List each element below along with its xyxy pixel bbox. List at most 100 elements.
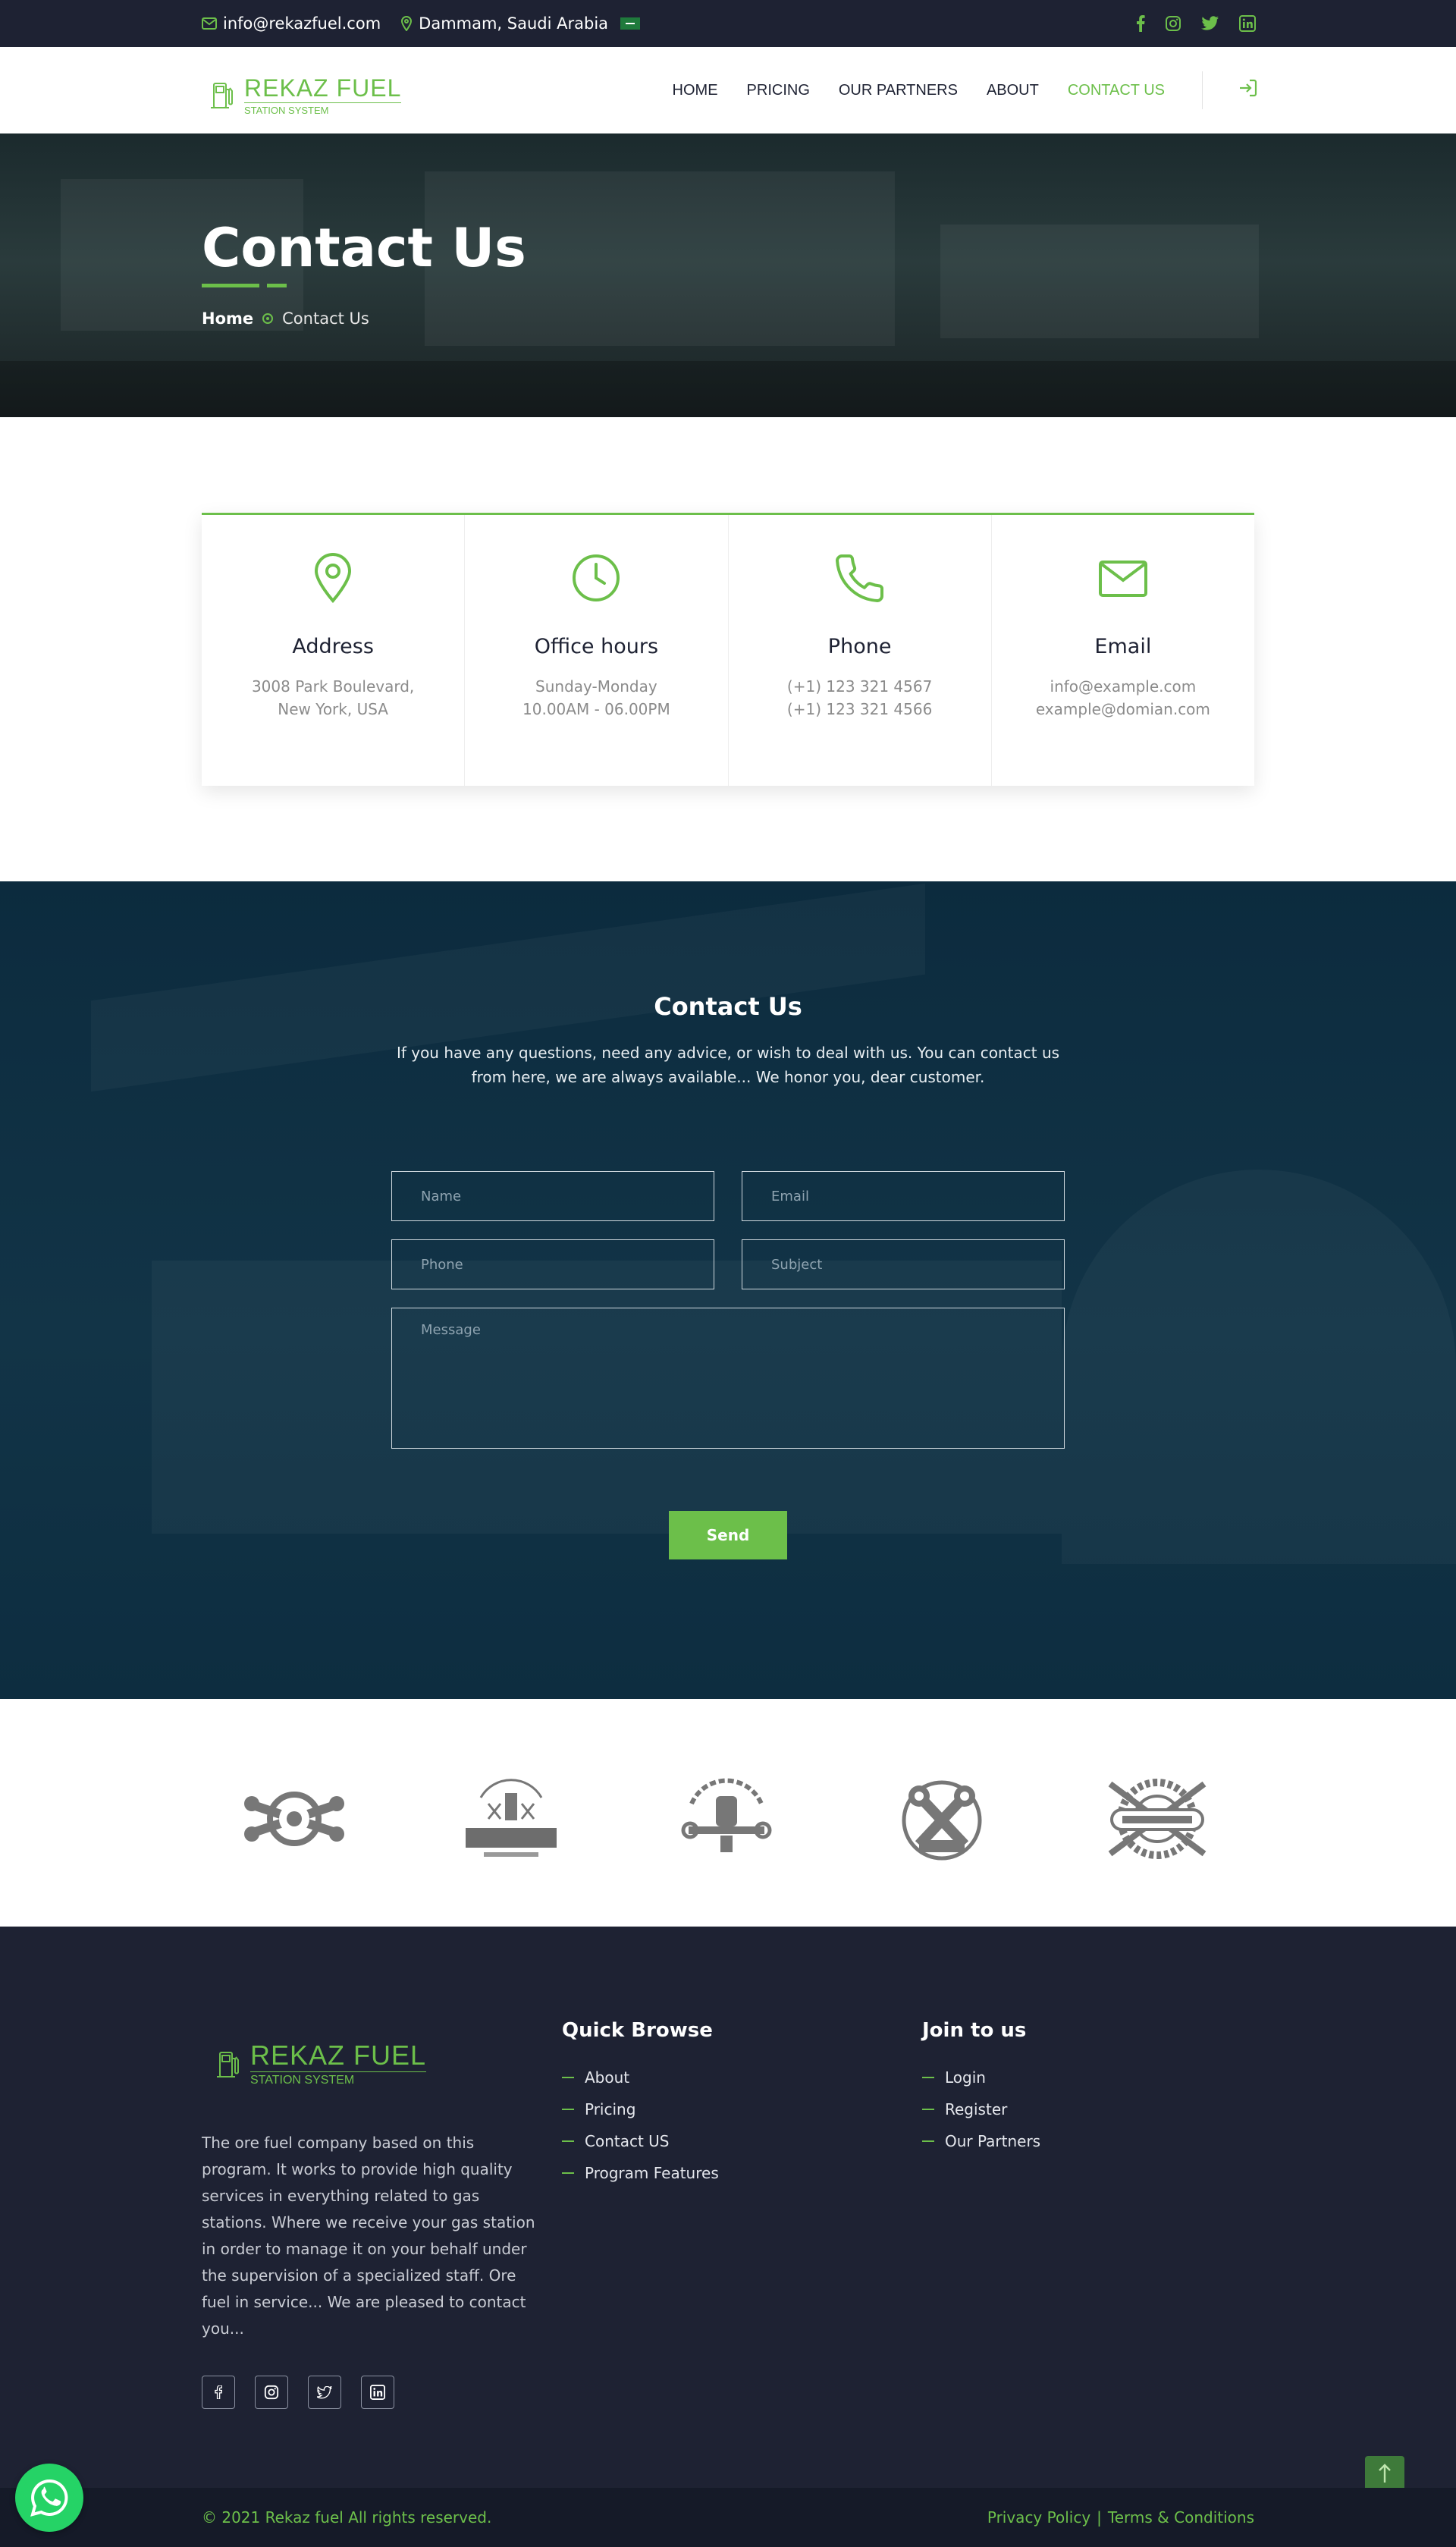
title-underline: [202, 284, 259, 287]
footer-link-label: Program Features: [585, 2164, 719, 2182]
info-card-title: Address: [292, 635, 374, 658]
phone-field[interactable]: [391, 1239, 714, 1289]
top-location-text: Dammam, Saudi Arabia: [419, 14, 609, 33]
footer-link-our-partners[interactable]: Our Partners: [922, 2125, 1040, 2157]
page-hero: Contact Us Home Contact Us: [0, 133, 1456, 417]
hero-background-shape: [940, 225, 1259, 338]
clock-icon: [571, 551, 621, 605]
whatsapp-button[interactable]: [15, 2464, 83, 2532]
arrow-up-icon: [1378, 2463, 1392, 2484]
fuel-pump-logo-icon: [214, 2046, 244, 2083]
sign-in-icon[interactable]: [1238, 77, 1259, 99]
logo[interactable]: REKAZ FUEL STATION SYSTEM: [208, 74, 402, 115]
footer-link-label: Contact US: [585, 2132, 670, 2150]
footer-link-login[interactable]: Login: [922, 2062, 1040, 2093]
brand-name: REKAZ FUEL: [250, 2040, 427, 2071]
scroll-to-top-button[interactable]: [1365, 2456, 1404, 2491]
breadcrumb-separator-icon: [262, 313, 274, 324]
envelope-icon: [1098, 551, 1148, 605]
contact-form-heading: Contact Us: [654, 992, 802, 1021]
info-card-title: Office hours: [534, 635, 659, 658]
subject-field[interactable]: [742, 1239, 1065, 1289]
info-card-line[interactable]: (+1) 123 321 4566: [729, 698, 991, 721]
terms-conditions-link[interactable]: Terms & Conditions: [1108, 2508, 1254, 2527]
top-email[interactable]: info@rekazfuel.com: [202, 14, 381, 33]
muscle-garage-logo[interactable]: [889, 1773, 995, 1864]
info-card-office-hours: Office hours Sunday-Monday 10.00AM - 06.…: [465, 515, 729, 786]
auto-service-mechanic-repair-logo[interactable]: [458, 1773, 564, 1864]
info-card-line: 3008 Park Boulevard,: [251, 677, 415, 696]
top-email-text: info@rekazfuel.com: [223, 14, 381, 33]
message-field[interactable]: [391, 1308, 1065, 1449]
contact-form-description: If you have any questions, need any advi…: [396, 1044, 1060, 1086]
mechanic-services-logo[interactable]: [241, 1773, 347, 1864]
footer-link-about[interactable]: About: [562, 2062, 719, 2093]
nav-item-pricing[interactable]: PRICING: [747, 82, 810, 99]
page-title: Contact Us: [202, 217, 526, 279]
name-field[interactable]: [391, 1171, 714, 1221]
instagram-icon[interactable]: [1165, 15, 1181, 32]
footer-link-separator: |: [1097, 2508, 1102, 2527]
contact-form-section: Contact Us If you have any questions, ne…: [0, 881, 1456, 1699]
info-card-line[interactable]: info@example.com: [992, 675, 1254, 698]
nav-item-home[interactable]: HOME: [673, 82, 718, 99]
facebook-icon[interactable]: [202, 2376, 235, 2409]
footer-link-label: Pricing: [585, 2100, 636, 2118]
dash-icon: [922, 2109, 934, 2110]
nav-divider: [1202, 71, 1203, 109]
nav-item-contact-us[interactable]: CONTACT US: [1068, 82, 1165, 99]
hero-background-shape: [0, 361, 1456, 417]
info-card-line[interactable]: example@domian.com: [992, 698, 1254, 721]
top-location: Dammam, Saudi Arabia: [400, 14, 641, 33]
breadcrumb-home[interactable]: Home: [202, 309, 253, 328]
footer-link-pricing[interactable]: Pricing: [562, 2093, 719, 2125]
contact-info-cards: Address 3008 Park Boulevard, New York, U…: [202, 513, 1254, 786]
footer-column-heading: Join to us: [922, 2019, 1027, 2042]
send-button[interactable]: Send: [669, 1511, 787, 1559]
footer-link-program-features[interactable]: Program Features: [562, 2157, 719, 2189]
facebook-icon[interactable]: [1136, 15, 1145, 32]
info-card-line: New York, USA: [278, 700, 388, 718]
twitter-icon[interactable]: [1201, 16, 1219, 31]
footer-about-text: The ore fuel company based on this progr…: [202, 2134, 535, 2338]
footer-quick-browse: Quick Browse About Pricing Contact US Pr…: [562, 2019, 719, 2189]
info-card-address: Address 3008 Park Boulevard, New York, U…: [202, 515, 466, 786]
fuel-pump-logo-icon: [208, 77, 238, 114]
nav-item-about[interactable]: ABOUT: [987, 82, 1039, 99]
footer-link-label: About: [585, 2068, 630, 2087]
info-card-email: Email info@example.com example@domian.co…: [992, 515, 1254, 786]
auto-service-logo[interactable]: [673, 1773, 780, 1864]
footer-link-register[interactable]: Register: [922, 2093, 1040, 2125]
footer-link-contact-us[interactable]: Contact US: [562, 2125, 719, 2157]
breadcrumb-current: Contact Us: [282, 309, 369, 328]
footer-link-label: Login: [945, 2068, 986, 2087]
map-pin-icon: [313, 551, 353, 605]
footer-bottom-bar: © 2021 Rekaz fuel All rights reserved. P…: [0, 2488, 1456, 2547]
info-card-title: Phone: [827, 635, 892, 658]
nav-item-our-partners[interactable]: OUR PARTNERS: [839, 82, 958, 99]
linkedin-icon[interactable]: [1239, 15, 1256, 32]
linkedin-icon[interactable]: [361, 2376, 394, 2409]
info-card-line[interactable]: (+1) 123 321 4567: [729, 675, 991, 698]
brand-name: REKAZ FUEL: [244, 74, 402, 102]
footer-social-links: [202, 2376, 394, 2409]
twitter-icon[interactable]: [308, 2376, 341, 2409]
instagram-icon[interactable]: [255, 2376, 288, 2409]
footer-column-heading: Quick Browse: [562, 2019, 713, 2042]
main-navbar: REKAZ FUEL STATION SYSTEM HOME PRICING O…: [0, 47, 1456, 133]
footer-logo[interactable]: REKAZ FUEL STATION SYSTEM: [214, 2040, 427, 2087]
email-field[interactable]: [742, 1171, 1065, 1221]
phone-icon: [835, 551, 885, 605]
tire-service-logo[interactable]: [1104, 1773, 1210, 1864]
info-card-line: 10.00AM - 06.00PM: [522, 700, 670, 718]
background-trees-shape: [1062, 1170, 1456, 1564]
brand-tagline: STATION SYSTEM: [244, 102, 402, 115]
info-card-line: Sunday-Monday: [535, 677, 657, 696]
saudi-flag-icon: [620, 17, 641, 30]
info-card-phone: Phone (+1) 123 321 4567 (+1) 123 321 456…: [729, 515, 992, 786]
footer: REKAZ FUEL STATION SYSTEM The ore fuel c…: [0, 1927, 1456, 2488]
privacy-policy-link[interactable]: Privacy Policy: [987, 2508, 1090, 2527]
dash-icon: [922, 2140, 934, 2142]
whatsapp-icon: [30, 2478, 69, 2517]
dash-icon: [562, 2172, 574, 2174]
